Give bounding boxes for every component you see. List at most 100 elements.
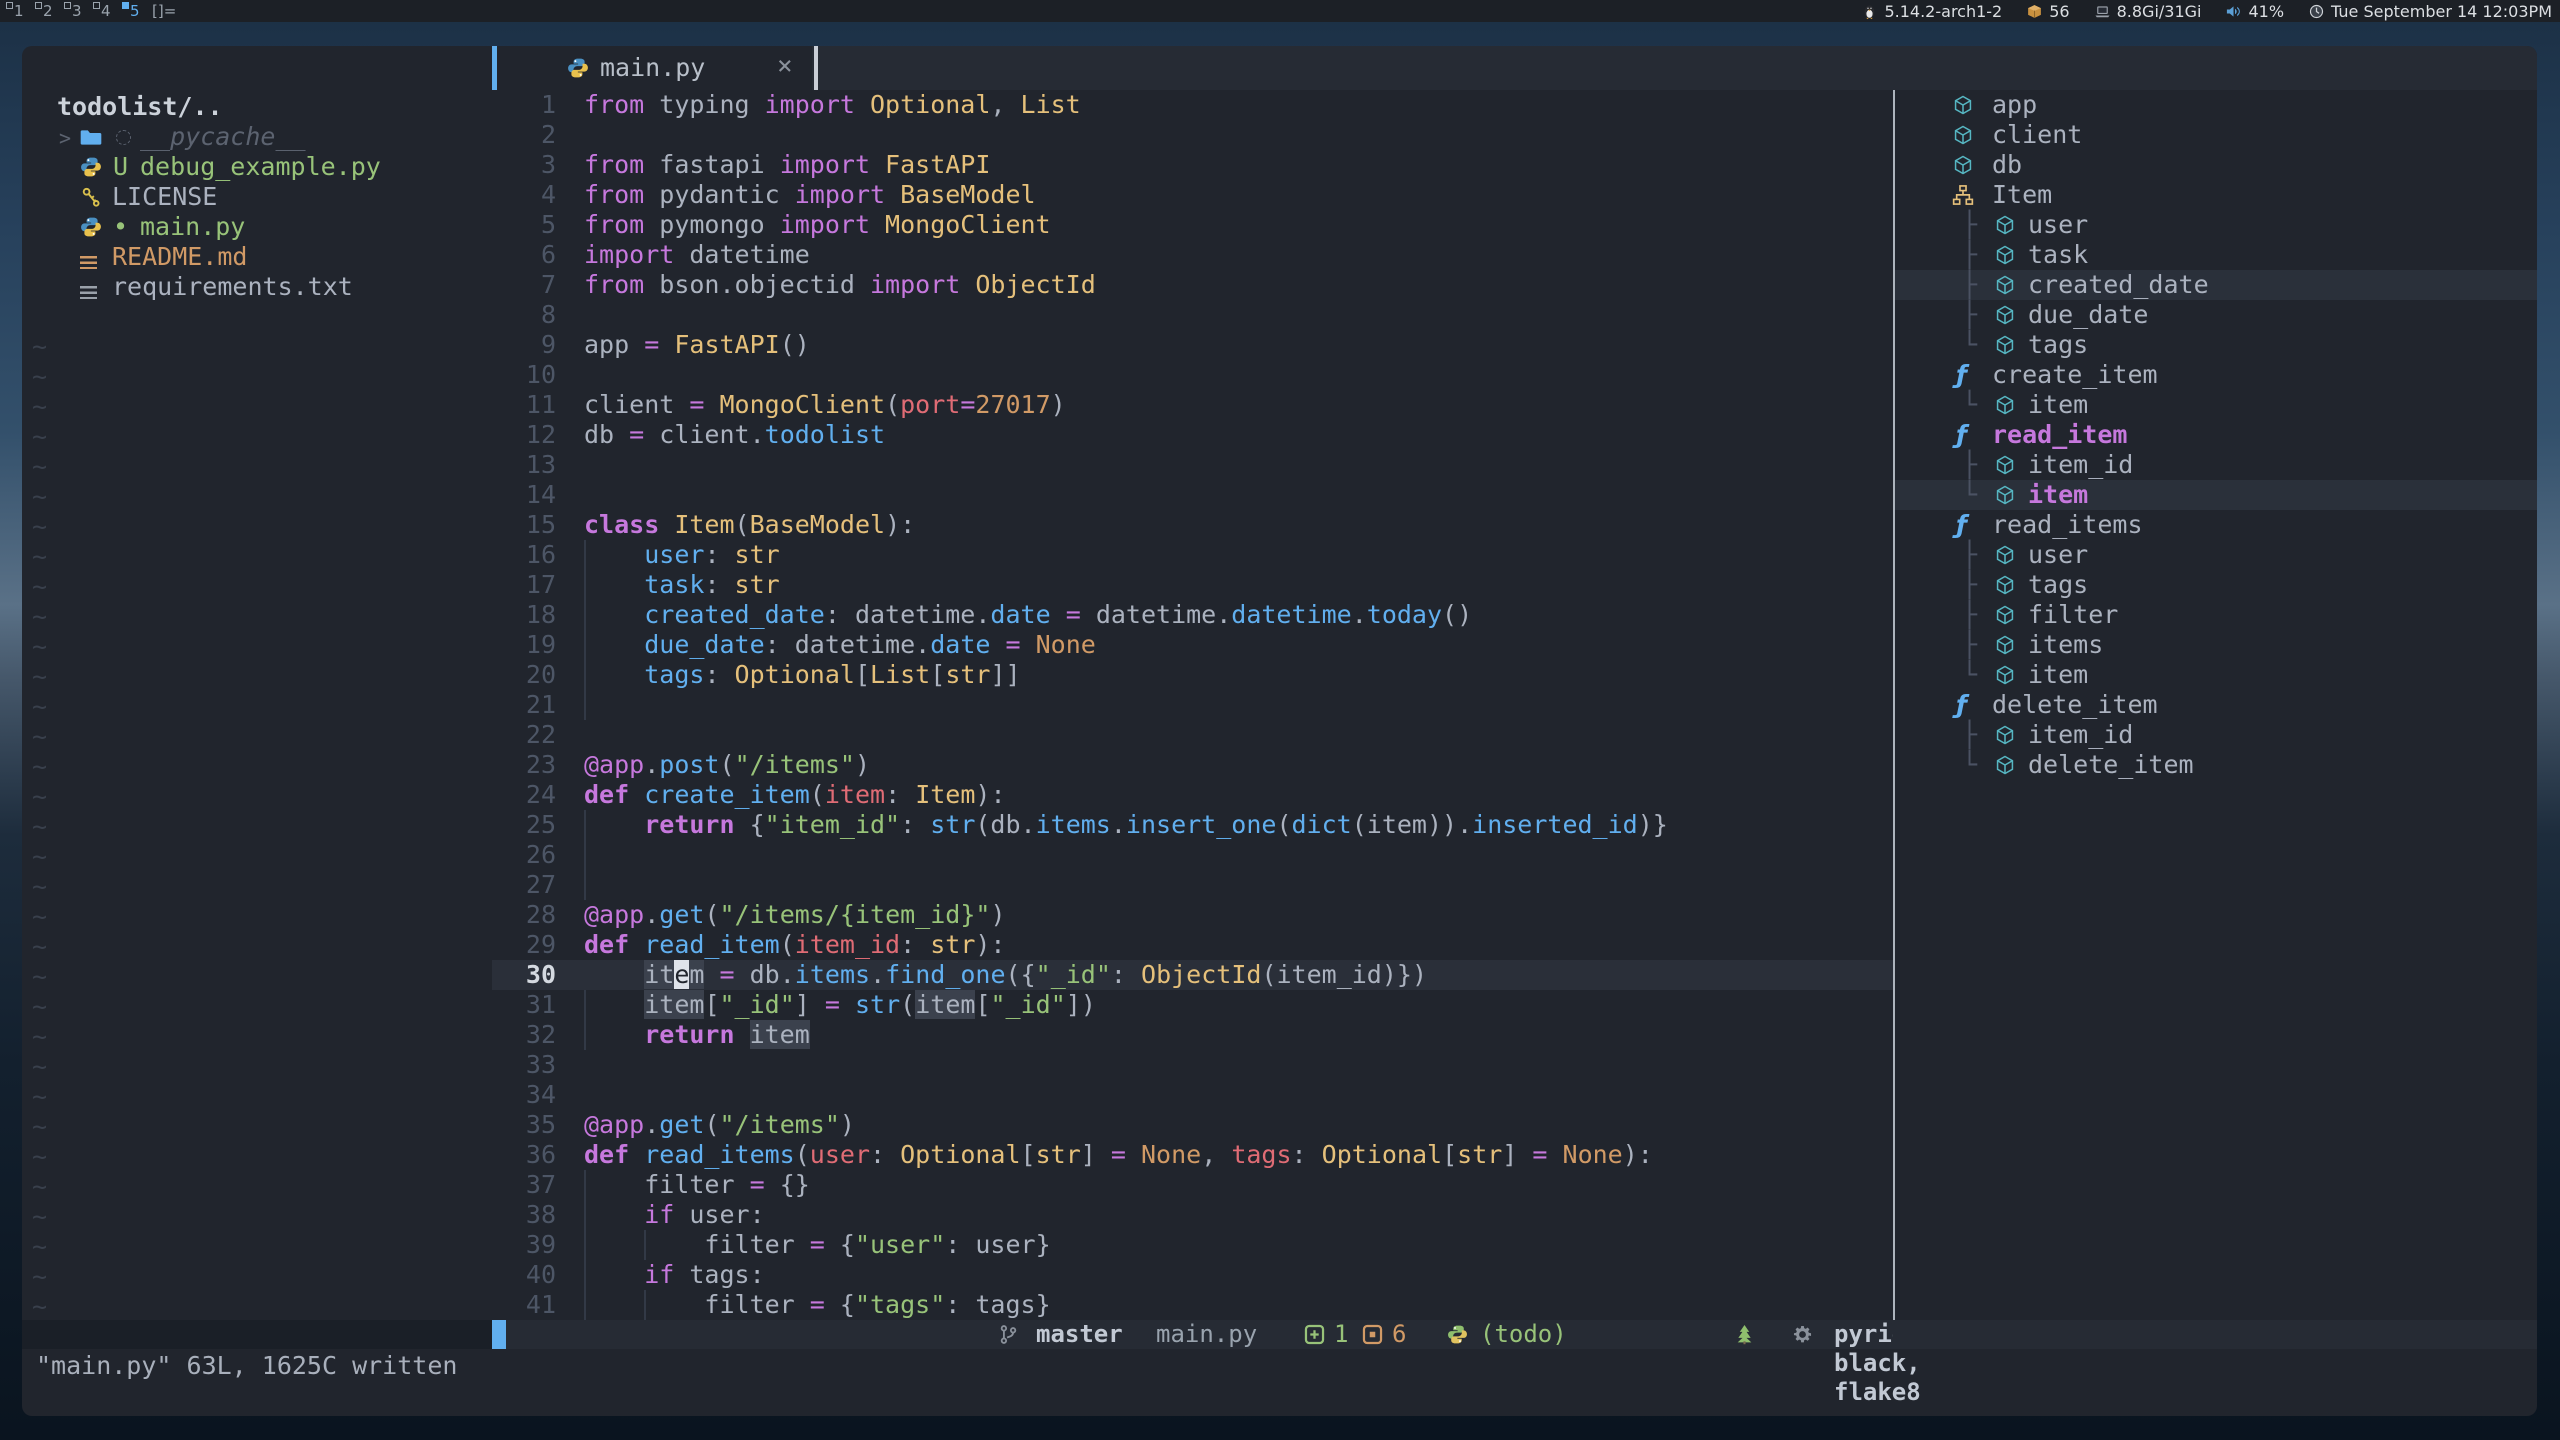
code-line-23[interactable]: 23@app.post("/items") [492, 750, 1893, 780]
code-line-34[interactable]: 34 [492, 1080, 1893, 1110]
treesitter-icon [1734, 1324, 1755, 1345]
line-number: 26 [492, 840, 556, 870]
tree-guide: ├ [1962, 270, 1977, 300]
code-line-1[interactable]: 1from typing import Optional, List [492, 90, 1893, 120]
function-icon: ƒ [1956, 420, 1967, 450]
code-line-33[interactable]: 33 [492, 1050, 1893, 1080]
penguin-icon [1861, 3, 1878, 20]
outline-item-read_item[interactable]: ƒread_item [1895, 420, 2537, 450]
tree-item-main.py[interactable]: •main.py [22, 212, 492, 242]
outline-item-item[interactable]: └item [1895, 390, 2537, 420]
outline-item-items[interactable]: ├items [1895, 630, 2537, 660]
line-number: 23 [492, 750, 556, 780]
code-line-19[interactable]: 19 due_date: datetime.date = None [492, 630, 1893, 660]
outline-item-create_item[interactable]: ƒcreate_item [1895, 360, 2537, 390]
tilde-filler: ~ [32, 992, 62, 1022]
code-line-16[interactable]: 16 user: str [492, 540, 1893, 570]
chevron-right-icon[interactable]: > [59, 123, 71, 153]
tree-item-debug_example.py[interactable]: Udebug_example.py [22, 152, 492, 182]
code-line-18[interactable]: 18 created_date: datetime.date = datetim… [492, 600, 1893, 630]
outline-item-delete_item[interactable]: ƒdelete_item [1895, 690, 2537, 720]
workspace-indicator [64, 2, 71, 9]
tree-item-requirements.txt[interactable]: requirements.txt [22, 272, 492, 302]
workspace-4[interactable]: 4 [92, 0, 118, 22]
code-line-24[interactable]: 24def create_item(item: Item): [492, 780, 1893, 810]
outline-item-client[interactable]: client [1895, 120, 2537, 150]
code-line-25[interactable]: 25 return {"item_id": str(db.items.inser… [492, 810, 1893, 840]
code-line-36[interactable]: 36def read_items(user: Optional[str] = N… [492, 1140, 1893, 1170]
workspace-1[interactable]: 1 [5, 0, 31, 22]
outline-item-tags[interactable]: └tags [1895, 330, 2537, 360]
code-line-37[interactable]: 37 filter = {} [492, 1170, 1893, 1200]
tree-item-README.md[interactable]: README.md [22, 242, 492, 272]
code-line-35[interactable]: 35@app.get("/items") [492, 1110, 1893, 1140]
code-line-30[interactable]: 30 item = db.items.find_one({"_id": Obje… [492, 960, 1893, 990]
outline-item-task[interactable]: ├task [1895, 240, 2537, 270]
tree-guide: ├ [1962, 240, 1977, 270]
terminal-window: todolist/.. >__pycache__Udebug_example.p… [22, 46, 2537, 1416]
code-line-5[interactable]: 5from pymongo import MongoClient [492, 210, 1893, 240]
code-line-6[interactable]: 6import datetime [492, 240, 1893, 270]
outline-item-db[interactable]: db [1895, 150, 2537, 180]
code-line-21[interactable]: 21 [492, 690, 1893, 720]
code-line-4[interactable]: 4from pydantic import BaseModel [492, 180, 1893, 210]
code-line-13[interactable]: 13 [492, 450, 1893, 480]
code-line-15[interactable]: 15class Item(BaseModel): [492, 510, 1893, 540]
line-number: 39 [492, 1230, 556, 1260]
code-line-22[interactable]: 22 [492, 720, 1893, 750]
workspace-5[interactable]: 5 [121, 0, 147, 22]
variable-cube-icon [1994, 724, 2016, 746]
code-line-40[interactable]: 40 if tags: [492, 1260, 1893, 1290]
code-line-3[interactable]: 3from fastapi import FastAPI [492, 150, 1893, 180]
variable-cube-icon [1994, 394, 2016, 416]
outline-item-read_items[interactable]: ƒread_items [1895, 510, 2537, 540]
variable-cube-icon [1994, 544, 2016, 566]
outline-item-created_date[interactable]: ├created_date [1895, 270, 2537, 300]
outline-item-tags[interactable]: ├tags [1895, 570, 2537, 600]
layout-symbol[interactable]: []= [152, 2, 176, 20]
tree-item-LICENSE[interactable]: LICENSE [22, 182, 492, 212]
code-line-41[interactable]: 41 filter = {"tags": tags} [492, 1290, 1893, 1320]
outline-item-Item[interactable]: Item [1895, 180, 2537, 210]
variable-cube-icon [1994, 754, 2016, 776]
tilde-filler: ~ [32, 902, 62, 932]
code-line-28[interactable]: 28@app.get("/items/{item_id}") [492, 900, 1893, 930]
line-number: 35 [492, 1110, 556, 1140]
workspace-3[interactable]: 3 [63, 0, 89, 22]
tree-item-__pycache__[interactable]: >__pycache__ [22, 122, 492, 152]
code-line-17[interactable]: 17 task: str [492, 570, 1893, 600]
code-line-11[interactable]: 11client = MongoClient(port=27017) [492, 390, 1893, 420]
tilde-filler: ~ [32, 782, 62, 812]
code-line-12[interactable]: 12db = client.todolist [492, 420, 1893, 450]
code-line-38[interactable]: 38 if user: [492, 1200, 1893, 1230]
outline-item-app[interactable]: app [1895, 90, 2537, 120]
close-icon[interactable]: × [777, 51, 793, 81]
code-line-32[interactable]: 32 return item [492, 1020, 1893, 1050]
outline-item-item_id[interactable]: ├item_id [1895, 450, 2537, 480]
outline-item-delete_item[interactable]: └delete_item [1895, 750, 2537, 780]
tab-main-py[interactable]: main.py × [492, 46, 812, 90]
outline-label: due_date [2028, 300, 2148, 330]
diff-added-icon [1304, 1324, 1325, 1345]
outline-item-user[interactable]: ├user [1895, 210, 2537, 240]
code-line-14[interactable]: 14 [492, 480, 1893, 510]
code-line-26[interactable]: 26 [492, 840, 1893, 870]
workspace-2[interactable]: 2 [34, 0, 60, 22]
code-line-27[interactable]: 27 [492, 870, 1893, 900]
code-line-20[interactable]: 20 tags: Optional[List[str]] [492, 660, 1893, 690]
outline-item-filter[interactable]: ├filter [1895, 600, 2537, 630]
code-line-9[interactable]: 9app = FastAPI() [492, 330, 1893, 360]
outline-item-item_id[interactable]: ├item_id [1895, 720, 2537, 750]
outline-item-item[interactable]: └item [1895, 480, 2537, 510]
code-line-29[interactable]: 29def read_item(item_id: str): [492, 930, 1893, 960]
outline-item-due_date[interactable]: ├due_date [1895, 300, 2537, 330]
code-line-31[interactable]: 31 item["_id"] = str(item["_id"]) [492, 990, 1893, 1020]
code-line-7[interactable]: 7from bson.objectid import ObjectId [492, 270, 1893, 300]
outline-item-user[interactable]: ├user [1895, 540, 2537, 570]
code-line-2[interactable]: 2 [492, 120, 1893, 150]
code-line-39[interactable]: 39 filter = {"user": user} [492, 1230, 1893, 1260]
code-line-8[interactable]: 8 [492, 300, 1893, 330]
outline-item-item[interactable]: └item [1895, 660, 2537, 690]
code-line-10[interactable]: 10 [492, 360, 1893, 390]
tree-root-title: todolist/.. [57, 92, 223, 121]
